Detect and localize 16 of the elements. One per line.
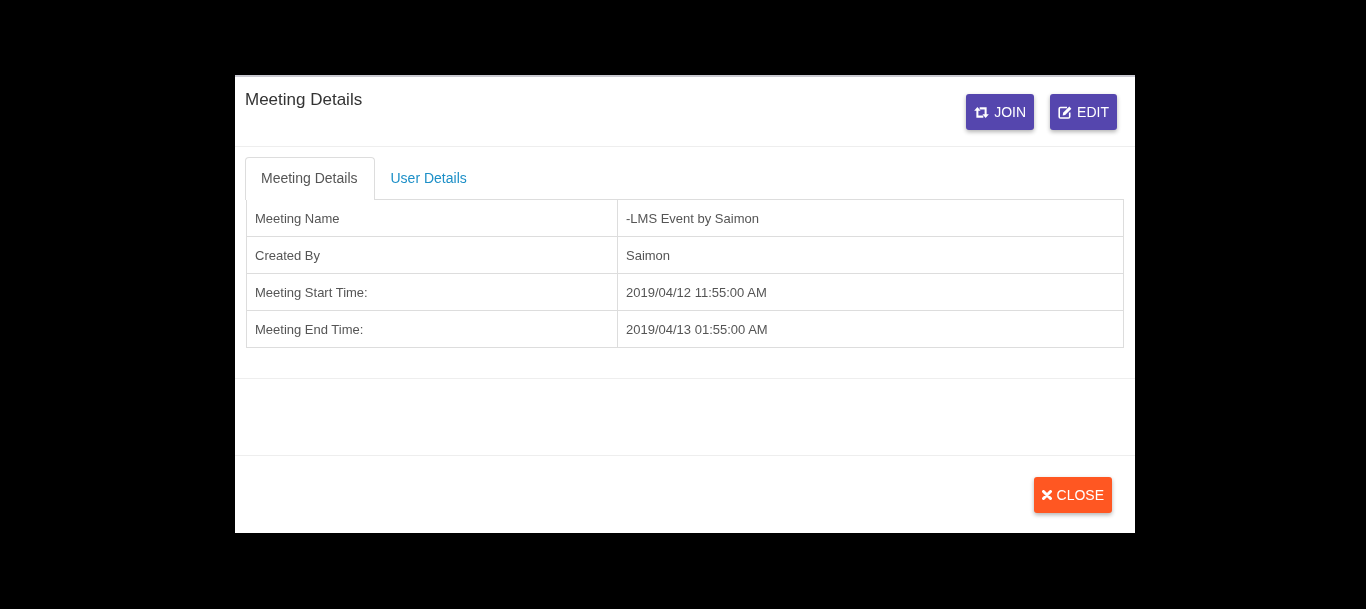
table-cell: Meeting Name xyxy=(246,200,618,237)
edit-button[interactable]: EDIT xyxy=(1050,94,1117,130)
table-cell: -LMS Event by Saimon xyxy=(617,200,1124,237)
join-button[interactable]: JOIN xyxy=(966,94,1035,130)
table-cell: Meeting End Time: xyxy=(246,310,618,348)
table-cell: Saimon xyxy=(617,236,1124,274)
tab[interactable]: Meeting Details xyxy=(245,157,375,200)
repeat-arrows-icon xyxy=(974,106,990,118)
close-icon xyxy=(1041,490,1052,500)
table-cell: Created By xyxy=(246,236,618,274)
tab[interactable]: User Details xyxy=(374,157,484,200)
edit-icon xyxy=(1058,105,1073,119)
table-cell: 2019/04/12 11:55:00 AM xyxy=(617,273,1124,311)
table-cell: 2019/04/13 01:55:00 AM xyxy=(617,310,1124,348)
dialog-title: Meeting Details xyxy=(245,90,363,110)
table-cell: Meeting Start Time: xyxy=(246,273,618,311)
